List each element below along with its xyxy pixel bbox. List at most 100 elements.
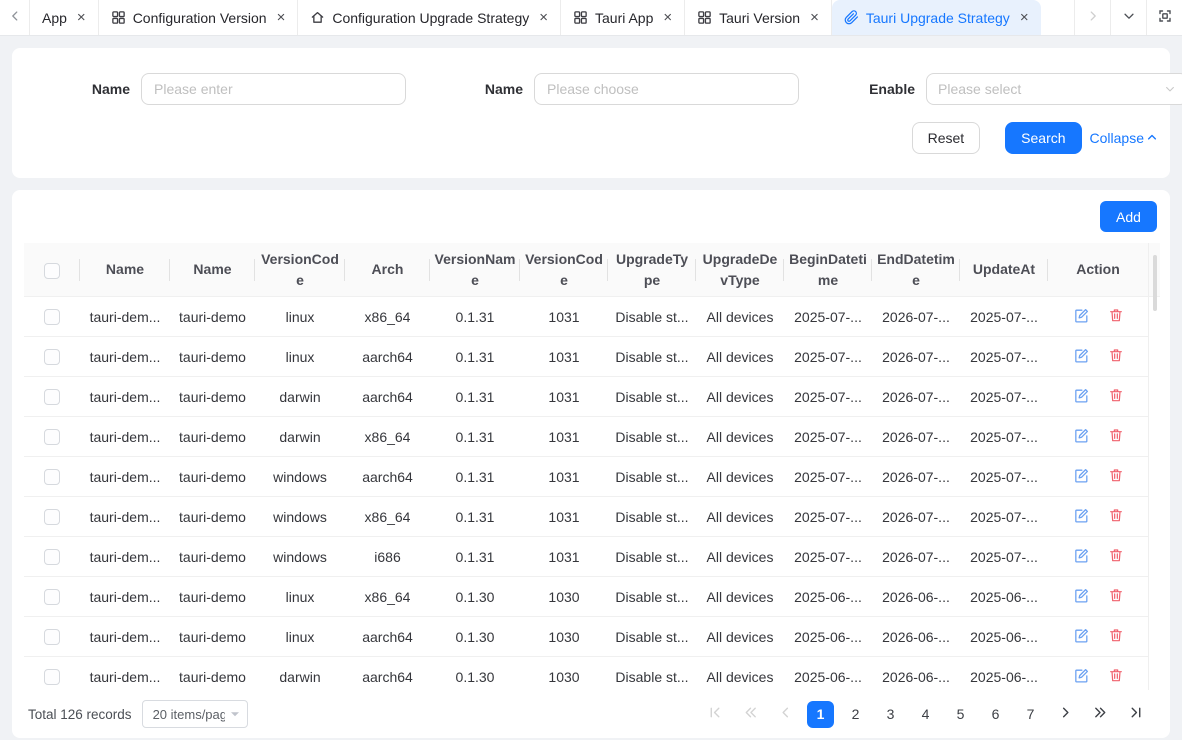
cell-action	[1048, 617, 1148, 657]
edit-button[interactable]	[1073, 587, 1090, 607]
edit-icon	[1073, 347, 1090, 367]
table-panel: Add NameNameVersionCodeArchVersionNameVe…	[12, 190, 1170, 738]
cell-name: tauri-dem...	[80, 657, 170, 690]
row-scrollbar-gutter	[1148, 497, 1160, 537]
cell-versioncode: 1031	[520, 457, 608, 497]
tabs-menu-button[interactable]	[1110, 0, 1146, 35]
edit-button[interactable]	[1073, 307, 1090, 327]
close-icon[interactable]: ×	[77, 10, 86, 25]
page-2-button[interactable]: 2	[842, 701, 869, 728]
row-scrollbar-gutter	[1148, 657, 1160, 690]
prev-5-pages-button[interactable]	[737, 701, 764, 728]
name-input[interactable]	[534, 73, 799, 105]
row-checkbox[interactable]	[44, 549, 60, 565]
page-size-select[interactable]: 20 items/pag	[142, 700, 248, 728]
delete-button[interactable]	[1108, 587, 1124, 606]
first-page-button[interactable]	[702, 701, 729, 728]
cell-enddatetime: 2026-07-...	[872, 297, 960, 337]
add-button[interactable]: Add	[1100, 201, 1157, 232]
tab-label: App	[42, 10, 67, 26]
delete-button[interactable]	[1108, 627, 1124, 646]
tab-configuration-version[interactable]: Configuration Version×	[99, 0, 299, 35]
tabs-scroll-left-button[interactable]	[0, 0, 30, 35]
select-all-checkbox[interactable]	[44, 263, 60, 279]
edit-button[interactable]	[1073, 667, 1090, 687]
close-icon[interactable]: ×	[539, 10, 548, 25]
cell-arch: x86_64	[345, 297, 430, 337]
close-icon[interactable]: ×	[277, 10, 286, 25]
close-icon[interactable]: ×	[1020, 10, 1029, 25]
tab-tauri-app[interactable]: Tauri App×	[561, 0, 685, 35]
table-scrollbar[interactable]	[1153, 255, 1157, 311]
row-checkbox[interactable]	[44, 429, 60, 445]
edit-button[interactable]	[1073, 627, 1090, 647]
edit-button[interactable]	[1073, 347, 1090, 367]
app-window: App×Configuration Version×Configuration …	[0, 0, 1182, 740]
close-icon[interactable]: ×	[810, 10, 819, 25]
last-page-button[interactable]	[1122, 701, 1149, 728]
cell-upgradedevtype: All devices	[696, 657, 784, 690]
cell-versioncode: 1031	[520, 297, 608, 337]
page-7-button[interactable]: 7	[1017, 701, 1044, 728]
filter-field-enable: EnablePlease select	[867, 73, 1182, 105]
tab-configuration-upgrade-strategy[interactable]: Configuration Upgrade Strategy×	[298, 0, 561, 35]
search-button[interactable]: Search	[1005, 122, 1081, 154]
cell-updateat: 2025-06-...	[960, 617, 1048, 657]
tabbar-controls	[1074, 0, 1182, 35]
edit-button[interactable]	[1073, 507, 1090, 527]
delete-button[interactable]	[1108, 547, 1124, 566]
close-icon[interactable]: ×	[663, 10, 672, 25]
delete-button[interactable]	[1108, 387, 1124, 406]
page-4-button[interactable]: 4	[912, 701, 939, 728]
edit-button[interactable]	[1073, 547, 1090, 567]
delete-button[interactable]	[1108, 307, 1124, 326]
trash-icon	[1108, 587, 1124, 606]
delete-button[interactable]	[1108, 467, 1124, 486]
row-scrollbar-gutter	[1148, 457, 1160, 497]
tab-app[interactable]: App ×	[30, 0, 99, 35]
row-checkbox[interactable]	[44, 349, 60, 365]
next-page-button[interactable]	[1052, 701, 1079, 728]
row-checkbox[interactable]	[44, 589, 60, 605]
cell-upgradetype: Disable st...	[608, 617, 696, 657]
collapse-button[interactable]: Collapse	[1090, 130, 1158, 146]
delete-button[interactable]	[1108, 507, 1124, 526]
delete-button[interactable]	[1108, 347, 1124, 366]
edit-button[interactable]	[1073, 427, 1090, 447]
name-input[interactable]	[141, 73, 406, 105]
tabs-scroll-right-button[interactable]	[1074, 0, 1110, 35]
prev-page-button[interactable]	[772, 701, 799, 728]
page-3-button[interactable]: 3	[877, 701, 904, 728]
edit-button[interactable]	[1073, 387, 1090, 407]
cell-enddatetime: 2026-06-...	[872, 617, 960, 657]
tab-tauri-upgrade-strategy[interactable]: Tauri Upgrade Strategy×	[832, 0, 1041, 35]
table-row: tauri-dem...tauri-demodarwinaarch640.1.3…	[24, 377, 1160, 417]
cell-name: tauri-dem...	[80, 497, 170, 537]
row-select-cell	[24, 537, 80, 577]
cell-versioncode: 1030	[520, 577, 608, 617]
page-6-button[interactable]: 6	[982, 701, 1009, 728]
page-size-value: 20 items/pag	[153, 707, 225, 722]
next-5-pages-button[interactable]	[1087, 701, 1114, 728]
enable-select[interactable]: Please select	[926, 73, 1182, 105]
cell-begindatetime: 2025-07-...	[784, 537, 872, 577]
row-checkbox[interactable]	[44, 469, 60, 485]
fullscreen-button[interactable]	[1146, 0, 1182, 35]
tab-list: App×Configuration Version×Configuration …	[30, 0, 1041, 35]
cell-arch: aarch64	[345, 377, 430, 417]
cell-enddatetime: 2026-07-...	[872, 497, 960, 537]
row-checkbox[interactable]	[44, 509, 60, 525]
reset-button[interactable]: Reset	[912, 122, 981, 154]
edit-button[interactable]	[1073, 467, 1090, 487]
row-checkbox[interactable]	[44, 309, 60, 325]
tab-tauri-version[interactable]: Tauri Version×	[685, 0, 832, 35]
delete-button[interactable]	[1108, 667, 1124, 686]
cell-begindatetime: 2025-06-...	[784, 577, 872, 617]
page-5-button[interactable]: 5	[947, 701, 974, 728]
page-1-button[interactable]: 1	[807, 701, 834, 728]
row-checkbox[interactable]	[44, 629, 60, 645]
row-checkbox[interactable]	[44, 669, 60, 685]
delete-button[interactable]	[1108, 427, 1124, 446]
filter-actions: Reset Search Collapse	[912, 122, 1158, 154]
row-checkbox[interactable]	[44, 389, 60, 405]
